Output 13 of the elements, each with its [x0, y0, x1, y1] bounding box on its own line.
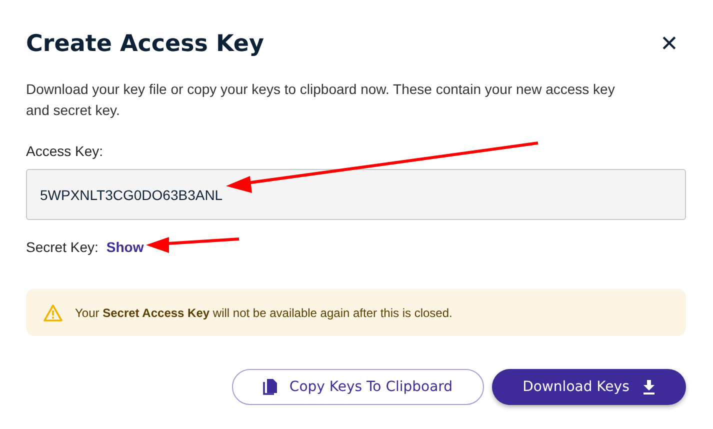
download-keys-button[interactable]: Download Keys [492, 369, 686, 405]
access-key-label: Access Key: [26, 143, 104, 159]
show-link[interactable]: Show [106, 239, 144, 255]
warning-text: Your Secret Access Key will not be available again after this is closed. [75, 306, 452, 320]
copy-keys-button[interactable]: Copy Keys To Clipboard [232, 369, 484, 405]
access-key-field[interactable]: 5WPXNLT3CG0DO63B3ANL [26, 169, 686, 220]
copy-icon [263, 378, 280, 396]
warning-icon [43, 304, 63, 322]
secret-key-label: Secret Key: [26, 239, 98, 255]
dialog-description: Download your key file or copy your keys to clipboard now. These contain your new access key and secret key. [26, 80, 616, 120]
dialog-title: Create Access Key [26, 31, 264, 57]
download-icon [643, 380, 656, 394]
close-button[interactable]: ✕ [652, 31, 686, 57]
